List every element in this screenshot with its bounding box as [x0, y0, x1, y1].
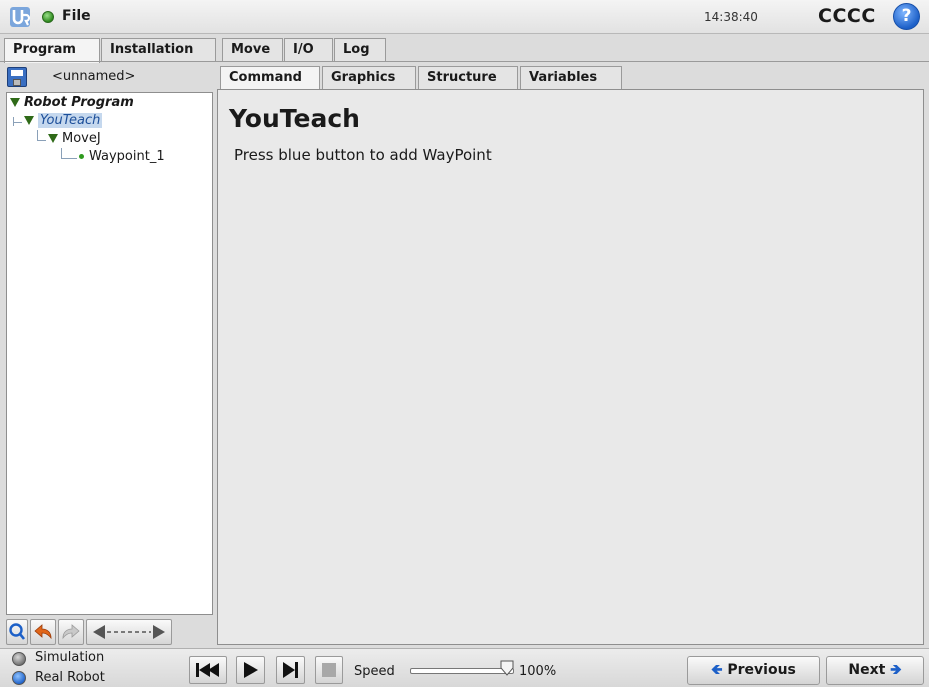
tree-label: YouTeach — [38, 113, 103, 128]
step-button[interactable] — [276, 656, 305, 684]
move-node-button[interactable] — [86, 619, 172, 645]
previous-label: Previous — [727, 662, 796, 678]
speed-value: 100% — [519, 664, 557, 679]
real-robot-radio[interactable] — [12, 671, 26, 685]
tree-label: Waypoint_1 — [89, 149, 165, 164]
program-tree: Robot Program YouTeach MoveJ Waypoint_1 — [6, 92, 213, 615]
play-button[interactable] — [236, 656, 265, 684]
next-button[interactable]: Next 🡺 — [826, 656, 924, 685]
real-robot-label: Real Robot — [35, 670, 105, 685]
waypoint-dot-icon — [79, 154, 84, 159]
command-panel — [217, 89, 924, 645]
file-menu[interactable]: File — [62, 8, 91, 24]
tab-structure[interactable]: Structure — [418, 66, 518, 90]
tree-connector — [37, 140, 46, 141]
tab-installation[interactable]: Installation — [101, 38, 216, 61]
simulation-label: Simulation — [35, 650, 105, 665]
tab-variables[interactable]: Variables — [520, 66, 622, 90]
tab-graphics[interactable]: Graphics — [322, 66, 416, 90]
rewind-button[interactable] — [189, 656, 227, 684]
tab-program[interactable]: Program — [4, 38, 100, 63]
tree-connector — [13, 122, 22, 123]
arrow-right-icon: 🡺 — [890, 662, 902, 678]
stop-button[interactable] — [315, 656, 343, 684]
redo-button[interactable] — [58, 619, 84, 645]
page-title: YouTeach — [229, 104, 360, 133]
tab-command[interactable]: Command — [220, 66, 320, 90]
undo-button[interactable] — [30, 619, 56, 645]
arrow-left-icon: 🡸 — [711, 662, 723, 678]
step-icon — [283, 662, 298, 678]
speed-label: Speed — [354, 664, 395, 679]
tree-connector — [61, 158, 77, 159]
speed-slider[interactable] — [410, 668, 514, 674]
previous-button[interactable]: 🡸 Previous — [687, 656, 820, 685]
speed-slider-thumb[interactable] — [500, 660, 514, 676]
tree-label: Robot Program — [24, 95, 134, 110]
program-name: <unnamed> — [52, 69, 136, 84]
tab-log[interactable]: Log — [334, 38, 386, 61]
play-icon — [244, 662, 258, 678]
instruction-text: Press blue button to add WayPoint — [234, 146, 492, 164]
help-button[interactable]: ? — [893, 3, 920, 30]
expand-triangle-icon — [10, 98, 20, 107]
tree-node-movej[interactable]: MoveJ — [48, 131, 101, 146]
stop-icon — [322, 663, 336, 677]
expand-triangle-icon — [24, 116, 34, 125]
main-tab-divider — [0, 61, 929, 62]
tree-node-waypoint[interactable]: Waypoint_1 — [79, 149, 165, 164]
horizontal-arrows-icon — [93, 625, 165, 639]
rewind-icon — [196, 663, 219, 677]
tree-label: MoveJ — [62, 131, 101, 146]
next-label: Next — [848, 662, 886, 678]
ur-logo-icon — [10, 7, 31, 27]
redo-icon — [62, 624, 80, 640]
tab-io[interactable]: I/O — [284, 38, 333, 61]
search-icon — [9, 623, 26, 640]
save-icon[interactable] — [7, 67, 27, 87]
search-button[interactable] — [6, 619, 28, 645]
expand-triangle-icon — [48, 134, 58, 143]
simulation-radio[interactable] — [12, 652, 26, 666]
undo-icon — [34, 624, 52, 640]
robot-name: CCCC — [818, 5, 876, 27]
tab-move[interactable]: Move — [222, 38, 283, 61]
top-bar — [0, 0, 929, 34]
file-status-icon — [42, 11, 54, 23]
tree-node-youteach[interactable]: YouTeach — [24, 113, 103, 128]
clock: 14:38:40 — [704, 10, 758, 24]
tree-node-robot-program[interactable]: Robot Program — [10, 95, 134, 110]
